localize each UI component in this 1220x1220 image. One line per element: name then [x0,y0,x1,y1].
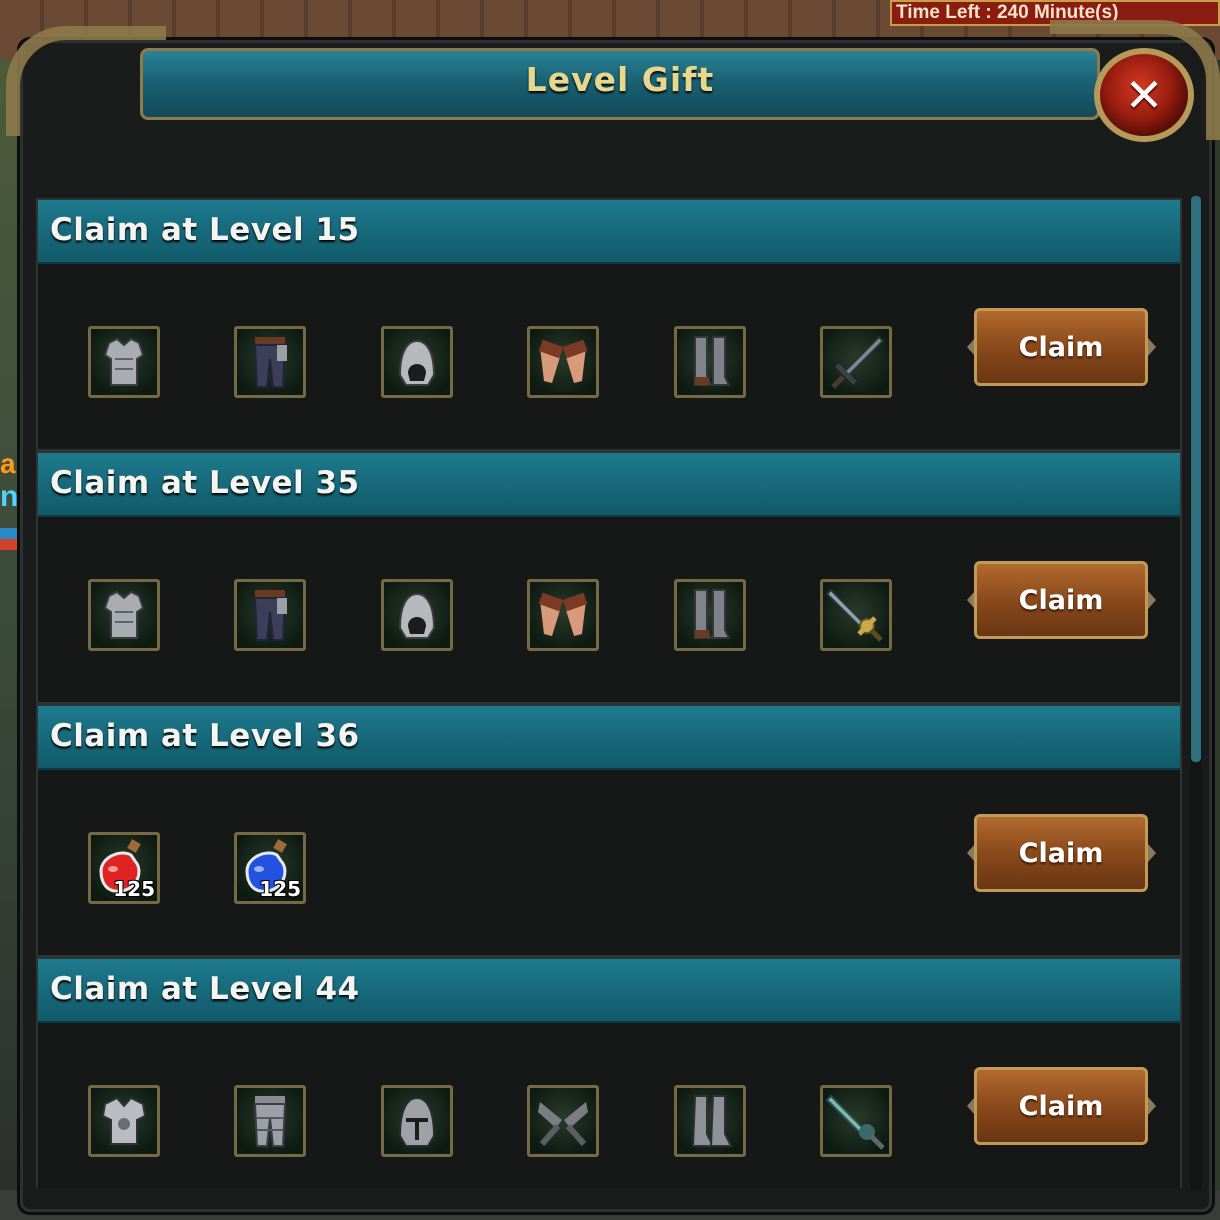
window-title: Level Gift [525,60,715,99]
claim-arrow-right-icon [1148,1097,1156,1115]
reward-item-slot[interactable] [820,326,892,398]
close-icon: ✕ [1124,68,1164,122]
reward-item-slot[interactable] [381,579,453,651]
item-quantity: 125 [113,877,155,901]
reward-item-slot[interactable] [234,579,306,651]
side-hud-bar [0,528,18,550]
gift-section: Claim at Level 35 Claim [36,451,1182,704]
claim-button[interactable]: Claim [974,1067,1148,1145]
reward-item-slot[interactable] [234,1085,306,1157]
side-hud-text-n: n [0,480,19,513]
section-title: Claim at Level 36 [50,718,360,754]
section-header: Claim at Level 44 [38,959,1180,1023]
section-header: Claim at Level 15 [38,200,1180,264]
reward-item-slot[interactable] [527,326,599,398]
gift-section: Claim at Level 44 Claim [36,957,1182,1188]
gift-section: Claim at Level 36 125 125 Claim [36,704,1182,957]
reward-item-slot[interactable] [527,1085,599,1157]
reward-item-slot[interactable] [88,1085,160,1157]
reward-item-slot[interactable]: 125 [88,832,160,904]
claim-button[interactable]: Claim [974,814,1148,892]
item-quantity: 125 [259,877,301,901]
section-title: Claim at Level 15 [50,212,360,248]
claim-arrow-right-icon [1148,844,1156,862]
reward-item-slot[interactable]: 125 [234,832,306,904]
section-title: Claim at Level 35 [50,465,360,501]
reward-item-slot[interactable] [674,326,746,398]
side-hud-text-a: a [0,448,16,479]
claim-arrow-right-icon [1148,591,1156,609]
reward-item-slot[interactable] [234,326,306,398]
reward-item-slot[interactable] [381,326,453,398]
reward-item-slot[interactable] [88,579,160,651]
section-title: Claim at Level 44 [50,971,360,1007]
close-button[interactable]: ✕ [1094,48,1194,142]
gift-list: Claim at Level 15 Claim Claim at Level 35 C… [36,198,1182,1188]
reward-item-slot[interactable] [381,1085,453,1157]
gift-section: Claim at Level 15 Claim [36,198,1182,451]
reward-item-slot[interactable] [674,579,746,651]
claim-button[interactable]: Claim [974,308,1148,386]
reward-item-slot[interactable] [820,579,892,651]
reward-item-slot[interactable] [527,579,599,651]
section-header: Claim at Level 36 [38,706,1180,770]
section-header: Claim at Level 35 [38,453,1180,517]
reward-item-slot[interactable] [820,1085,892,1157]
reward-item-slot[interactable] [674,1085,746,1157]
reward-item-slot[interactable] [88,326,160,398]
scrollbar-thumb[interactable] [1191,196,1201,762]
claim-arrow-right-icon [1148,338,1156,356]
claim-button[interactable]: Claim [974,561,1148,639]
